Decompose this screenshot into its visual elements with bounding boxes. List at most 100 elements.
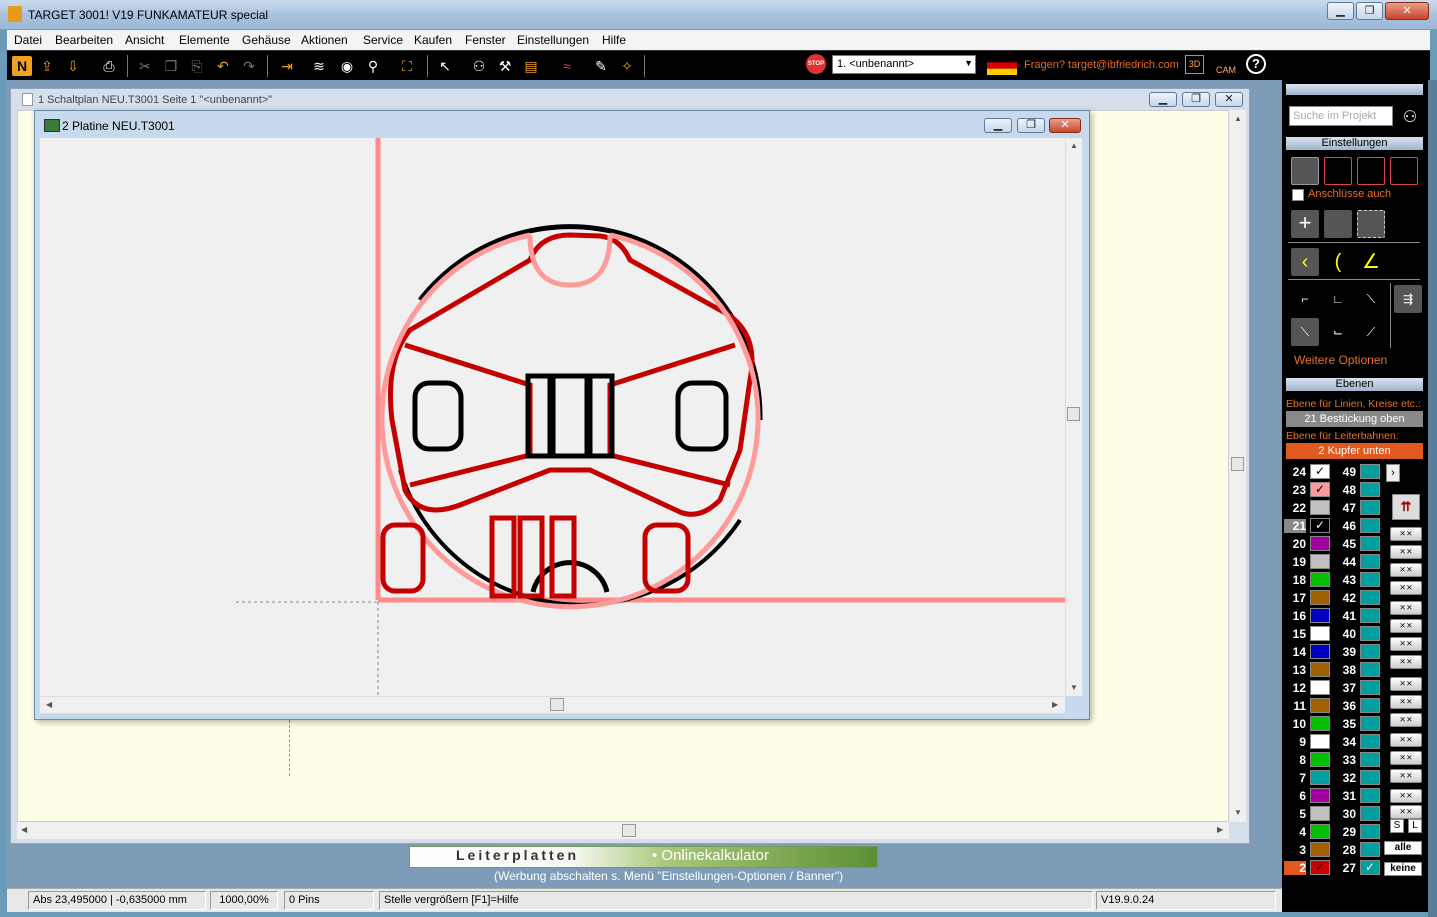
- open-file-icon[interactable]: ⇪: [37, 56, 57, 76]
- layer-visibility-icon[interactable]: ⨯⨯: [1390, 733, 1422, 747]
- layer-visibility-icon[interactable]: ⨯⨯: [1390, 789, 1422, 803]
- layer-color-swatch[interactable]: [1310, 590, 1330, 605]
- layer-color-swatch[interactable]: [1360, 788, 1380, 803]
- layer-visibility-icon[interactable]: ⨯⨯: [1390, 695, 1422, 709]
- undo-icon[interactable]: ↶: [213, 56, 233, 76]
- layer-color-swatch[interactable]: [1360, 608, 1380, 623]
- menu-ansicht[interactable]: Ansicht: [125, 33, 164, 47]
- select-mode-4-icon[interactable]: [1390, 157, 1418, 185]
- layers-header[interactable]: Ebenen: [1286, 378, 1423, 391]
- paste-icon[interactable]: ⎘: [187, 56, 207, 76]
- layer-visibility-icon[interactable]: ⨯⨯: [1390, 619, 1422, 633]
- pcb-close-button[interactable]: ✕: [1049, 118, 1081, 133]
- zoom-fit-icon[interactable]: ⛶: [397, 56, 417, 76]
- save-file-icon[interactable]: ⇩: [63, 56, 83, 76]
- layer-color-swatch[interactable]: [1310, 536, 1330, 551]
- schematic-vertical-scrollbar[interactable]: ▲ ▼: [1229, 110, 1246, 822]
- layer-color-swatch[interactable]: ✓: [1310, 518, 1330, 533]
- pcb-minimize-button[interactable]: ▁: [984, 118, 1012, 133]
- view-icon[interactable]: ◉: [337, 56, 357, 76]
- layer-color-swatch[interactable]: [1310, 734, 1330, 749]
- layer-color-swatch[interactable]: [1360, 824, 1380, 839]
- layer-color-swatch[interactable]: [1360, 518, 1380, 533]
- search-input[interactable]: Suche im Projekt: [1289, 106, 1393, 126]
- minimize-button[interactable]: ▁: [1327, 2, 1354, 20]
- layer-color-swatch[interactable]: [1310, 554, 1330, 569]
- more-options-link[interactable]: Weitere Optionen: [1294, 353, 1387, 367]
- layer-color-swatch[interactable]: [1310, 824, 1330, 839]
- layer-stack-icon[interactable]: ⇈: [1392, 494, 1420, 520]
- layer-color-swatch[interactable]: [1360, 662, 1380, 677]
- cam-button[interactable]: CAM: [1216, 53, 1236, 75]
- layer-color-swatch[interactable]: [1310, 644, 1330, 659]
- layer-color-swatch[interactable]: [1310, 806, 1330, 821]
- layer-color-swatch[interactable]: [1360, 626, 1380, 641]
- schematic-restore-button[interactable]: ❐: [1182, 92, 1210, 107]
- select-mode-3-icon[interactable]: [1357, 157, 1385, 185]
- component-icon[interactable]: ▤: [521, 56, 541, 76]
- layer-color-swatch[interactable]: [1360, 464, 1380, 479]
- all-layers-button[interactable]: alle: [1384, 841, 1422, 855]
- layer-color-swatch[interactable]: [1360, 806, 1380, 821]
- chevron-right-icon[interactable]: ›: [1386, 464, 1400, 482]
- layer-visibility-icon[interactable]: ⨯⨯: [1390, 637, 1422, 651]
- close-button[interactable]: ✕: [1385, 2, 1429, 20]
- pcb-horizontal-scrollbar[interactable]: ◀ ▶: [40, 696, 1065, 713]
- schematic-close-button[interactable]: ✕: [1215, 92, 1243, 107]
- layer-visibility-icon[interactable]: ⨯⨯: [1390, 677, 1422, 691]
- layer-color-swatch[interactable]: [1360, 590, 1380, 605]
- layer-color-swatch[interactable]: [1310, 500, 1330, 515]
- zoom-icon[interactable]: ⚲: [363, 56, 383, 76]
- project-select[interactable]: 1. <unbenannt> ▼: [832, 55, 976, 74]
- layer-color-swatch[interactable]: [1310, 680, 1330, 695]
- layer-visibility-icon[interactable]: ⨯⨯: [1390, 751, 1422, 765]
- help-button[interactable]: ?: [1246, 54, 1266, 74]
- layer-tracks-select[interactable]: 2 Kupfer unten: [1286, 443, 1423, 459]
- trace-45-icon[interactable]: ⟍: [1357, 285, 1385, 313]
- layer-color-swatch[interactable]: [1360, 644, 1380, 659]
- arc-2-icon[interactable]: ∠: [1357, 248, 1385, 276]
- no-layers-button[interactable]: keine: [1384, 862, 1422, 876]
- layer-visibility-icon[interactable]: ⨯⨯: [1390, 769, 1422, 783]
- layer-color-swatch[interactable]: [1310, 698, 1330, 713]
- angle-icon[interactable]: ‹: [1291, 248, 1319, 276]
- print-icon[interactable]: ⎙: [99, 56, 119, 76]
- layer-color-swatch[interactable]: [1310, 662, 1330, 677]
- menu-fenster[interactable]: Fenster: [465, 33, 506, 47]
- add-element-icon[interactable]: +: [1291, 210, 1319, 238]
- route-icon[interactable]: ≈: [557, 56, 577, 76]
- menu-gehaeuse[interactable]: Gehäuse: [242, 33, 291, 47]
- redo-icon[interactable]: ↷: [239, 56, 259, 76]
- connections-checkbox[interactable]: [1292, 189, 1304, 201]
- menu-bearbeiten[interactable]: Bearbeiten: [55, 33, 113, 47]
- menu-einstellungen[interactable]: Einstellungen: [517, 33, 589, 47]
- menu-hilfe[interactable]: Hilfe: [602, 33, 626, 47]
- layer-visibility-icon[interactable]: ⨯⨯: [1390, 545, 1422, 559]
- layer-color-swatch[interactable]: [1360, 482, 1380, 497]
- layer-color-swatch[interactable]: [1360, 716, 1380, 731]
- trace-corner-icon[interactable]: ∟: [1324, 285, 1352, 313]
- maximize-button[interactable]: ❐: [1356, 2, 1383, 20]
- l-button[interactable]: L: [1408, 819, 1422, 833]
- trace-diagonal-icon[interactable]: ⟋: [1357, 318, 1385, 346]
- copy-icon[interactable]: ❐: [161, 56, 181, 76]
- menu-aktionen[interactable]: Aktionen: [301, 33, 348, 47]
- layers-icon[interactable]: ≋: [309, 56, 329, 76]
- layer-color-swatch[interactable]: [1310, 608, 1330, 623]
- menu-elemente[interactable]: Elemente: [179, 33, 230, 47]
- layer-visibility-icon[interactable]: ⨯⨯: [1390, 527, 1422, 541]
- layer-color-swatch[interactable]: [1360, 752, 1380, 767]
- layer-color-swatch[interactable]: [1310, 716, 1330, 731]
- layer-color-swatch[interactable]: [1310, 788, 1330, 803]
- german-flag-icon[interactable]: [987, 56, 1017, 75]
- layer-color-swatch[interactable]: [1310, 770, 1330, 785]
- select-mode-1-icon[interactable]: [1291, 157, 1319, 185]
- layer-visibility-icon[interactable]: ⨯⨯: [1390, 563, 1422, 577]
- layer-visibility-icon[interactable]: ⨯⨯: [1390, 601, 1422, 615]
- trace-bend-icon[interactable]: ⟍: [1291, 318, 1319, 346]
- s-button[interactable]: S: [1390, 819, 1404, 833]
- layer-color-swatch[interactable]: [1360, 770, 1380, 785]
- import-icon[interactable]: ⇥: [277, 56, 297, 76]
- menu-kaufen[interactable]: Kaufen: [414, 33, 452, 47]
- stop-icon[interactable]: STOP: [806, 54, 826, 74]
